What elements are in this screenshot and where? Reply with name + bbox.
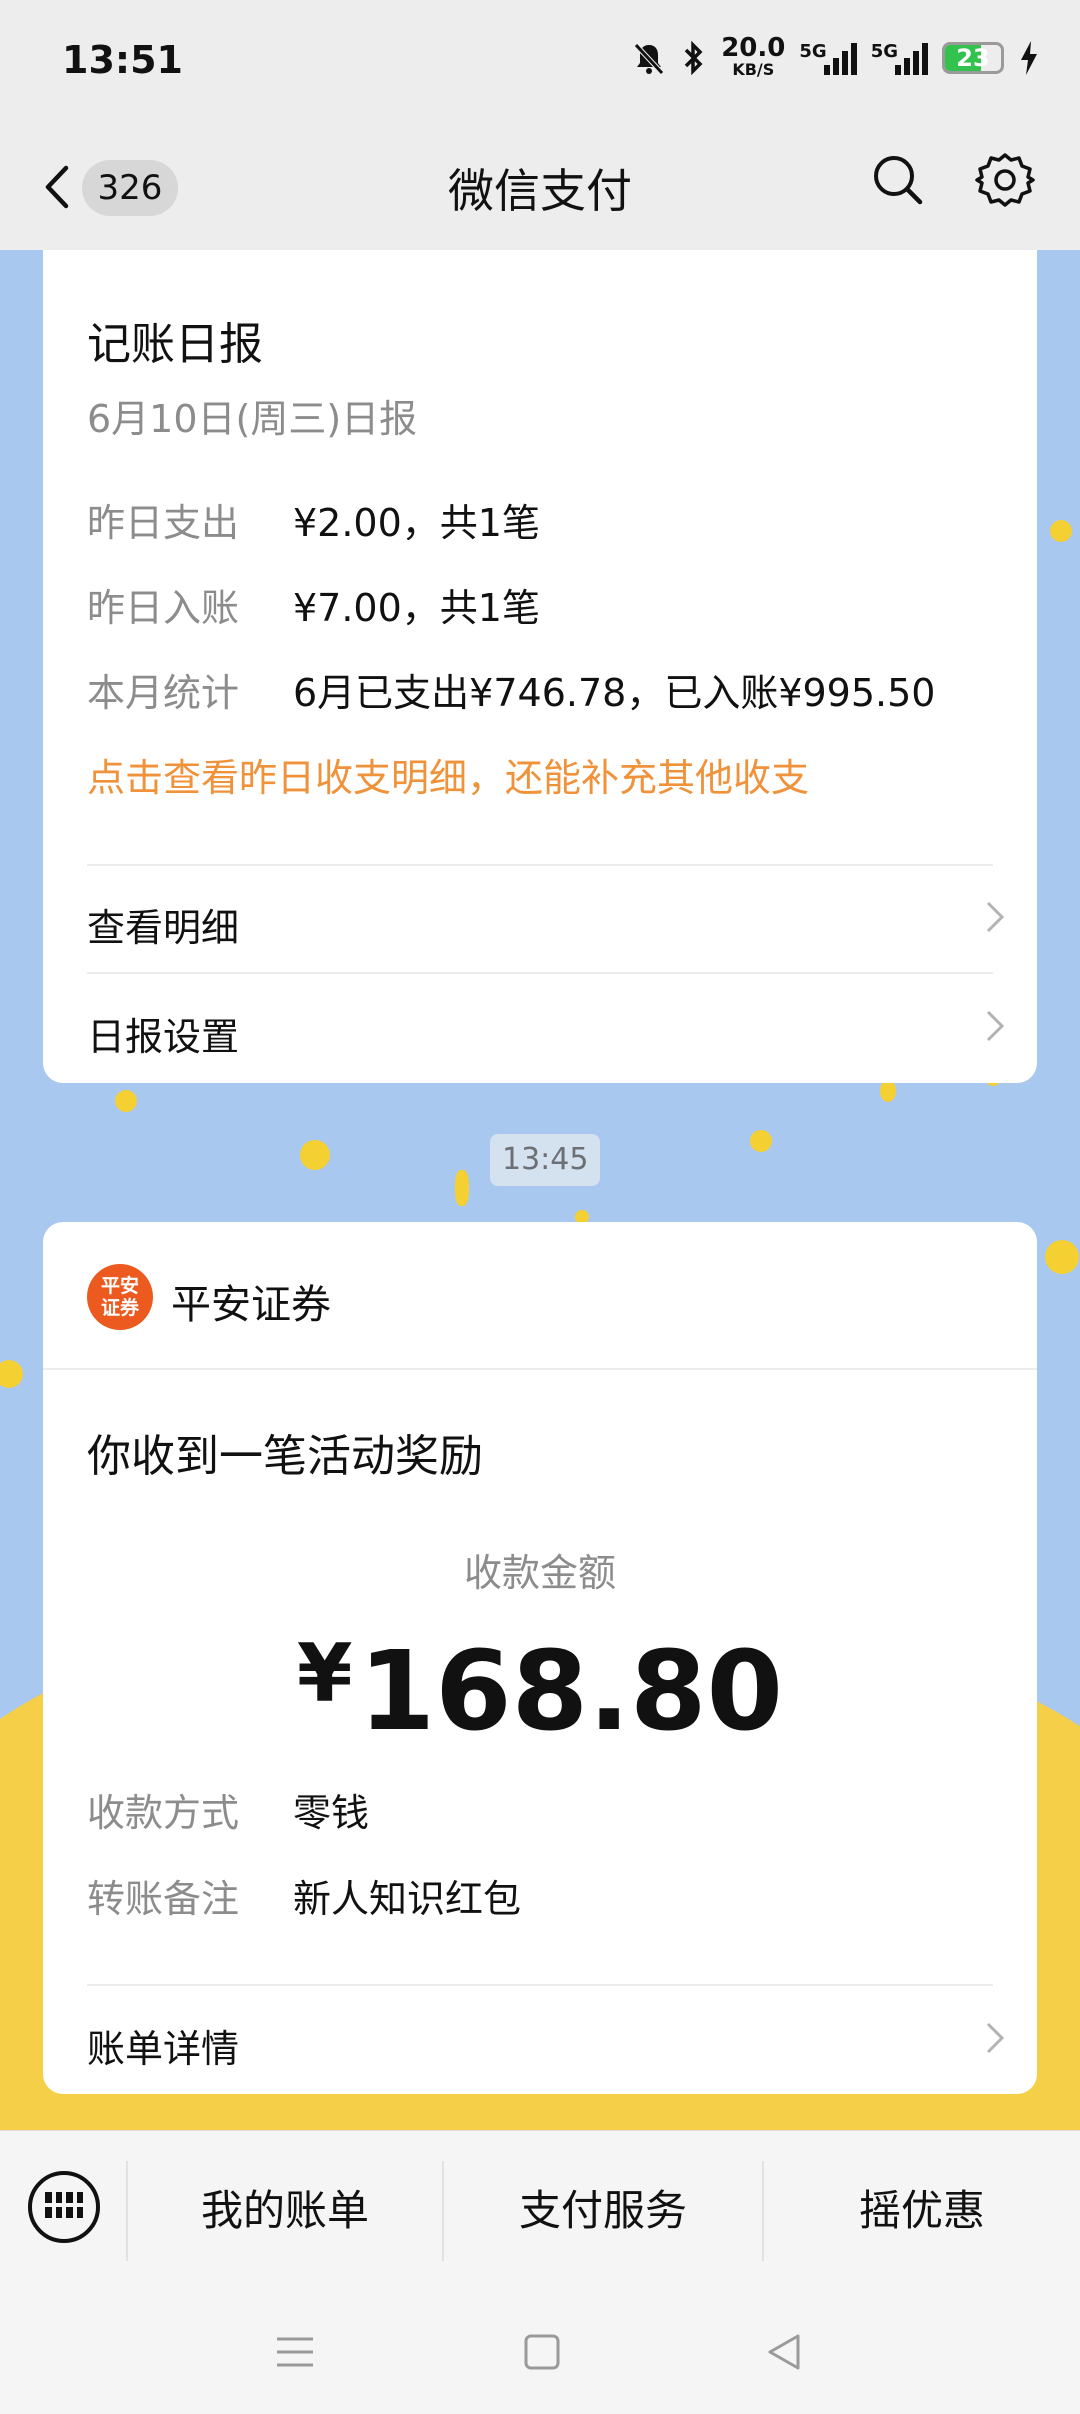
row-value: 零钱 (293, 1791, 370, 1835)
signal-icon: 5G (871, 41, 928, 75)
divider (87, 864, 993, 866)
report-title: 记账日报 (87, 319, 263, 370)
net-speed: 20.0 KB/S (721, 33, 786, 79)
divider (87, 1984, 993, 1986)
keyboard-icon[interactable] (28, 2171, 100, 2243)
row-label: 本月统计 (87, 671, 240, 715)
menu-item-label: 查看明细 (87, 906, 240, 950)
brand-name: 平安证券 (171, 1282, 331, 1328)
report-row-expense: 昨日支出 ¥2.00，共1笔 (87, 492, 540, 547)
message-timestamp: 13:45 (490, 1134, 601, 1186)
row-label: 收款方式 (87, 1791, 240, 1835)
back-nav-icon[interactable] (764, 2332, 804, 2372)
status-icons: 20.0 KB/S 5G 5G 23 (631, 33, 1040, 80)
row-label: 转账备注 (87, 1877, 240, 1921)
view-details-link[interactable]: 点击查看昨日收支明细，还能补充其他收支 (87, 747, 809, 802)
system-nav-bar (0, 2290, 1080, 2414)
bluetooth-icon (684, 40, 703, 76)
view-details-item[interactable]: 查看明细 (87, 897, 1007, 952)
currency-symbol: ¥ (296, 1627, 353, 1720)
menu-item-label: 日报设置 (87, 1015, 240, 1059)
settings-icon[interactable] (975, 150, 1035, 210)
report-row-monthly: 本月统计 6月已支出¥746.78，已入账¥995.50 (87, 662, 935, 717)
report-settings-item[interactable]: 日报设置 (87, 1006, 1007, 1061)
chevron-right-icon (986, 2022, 1005, 2054)
amount-label: 收款金额 (463, 1551, 616, 1595)
divider (87, 972, 993, 974)
row-value: ¥2.00，共1笔 (293, 501, 540, 545)
status-bar: 13:51 20.0 KB/S 5G 5G 23 (0, 0, 1080, 125)
bill-details-item[interactable]: 账单详情 (87, 2018, 1007, 2073)
status-time: 13:51 (62, 38, 183, 82)
report-row-income: 昨日入账 ¥7.00，共1笔 (87, 577, 540, 632)
row-label: 昨日支出 (87, 501, 240, 545)
chevron-right-icon (986, 901, 1005, 933)
amount-number: 168.80 (358, 1627, 784, 1755)
row-value: 新人知识红包 (293, 1877, 522, 1921)
search-icon[interactable] (870, 152, 926, 208)
row-label: 昨日入账 (87, 586, 240, 630)
report-date: 6月10日(周三)日报 (87, 397, 418, 441)
amount-value: ¥168.80 (43, 1627, 1037, 1755)
charging-icon (1021, 41, 1037, 75)
mute-icon (634, 43, 665, 75)
home-icon[interactable] (522, 2332, 562, 2372)
bottom-menu-bar: 我的账单 支付服务 摇优惠 (0, 2130, 1080, 2291)
payment-title: 你收到一笔活动奖励 (87, 1431, 483, 1482)
signal-icon: 5G (799, 41, 857, 75)
tab-my-bills[interactable]: 我的账单 (128, 2131, 442, 2291)
row-value: 6月已支出¥746.78，已入账¥995.50 (293, 671, 936, 715)
menu-item-label: 账单详情 (87, 2027, 240, 2071)
tab-shake-offers[interactable]: 摇优惠 (764, 2131, 1080, 2291)
brand-logo: 平安 证券 (87, 1264, 153, 1330)
payment-notification-card[interactable]: 平安 证券 平安证券 你收到一笔活动奖励 收款金额 ¥168.80 收款方式 零钱 … (43, 1222, 1037, 2094)
tab-payment-services[interactable]: 支付服务 (444, 2131, 762, 2291)
battery-icon: 23 (942, 42, 1004, 74)
payment-method-row: 收款方式 零钱 (87, 1782, 369, 1837)
transfer-note-row: 转账备注 新人知识红包 (87, 1868, 521, 1923)
chevron-right-icon (986, 1010, 1005, 1042)
daily-report-card: 记账日报 6月10日(周三)日报 昨日支出 ¥2.00，共1笔 昨日入账 ¥7.00… (43, 250, 1037, 1083)
row-value: ¥7.00，共1笔 (293, 586, 540, 630)
divider (43, 1368, 1037, 1370)
menu-icon[interactable] (275, 2332, 315, 2372)
